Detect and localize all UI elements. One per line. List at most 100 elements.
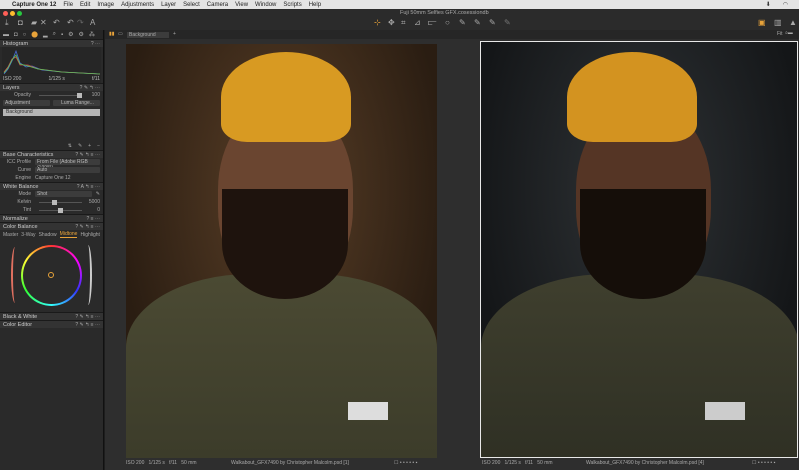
tool-tabs: ▬ ◘ ○ ⬤ ▂ ⌕ ▪ ⚙ ⚙ ⁂ [0,30,103,39]
browse-icon[interactable]: ▰ [31,18,37,27]
image-variant-2[interactable] [480,41,798,458]
normalize-header[interactable]: Normalize? ≡ ⋯ [0,214,103,222]
metadata-tab-icon[interactable]: ▪ [61,32,63,38]
variant-select[interactable]: Background [127,31,169,38]
white-balance-header[interactable]: White Balance? A ↰ ≡ ⋯ [0,182,103,190]
color-balance-header[interactable]: Color Balance? ✎ ↰ ≡ ⋯ [0,222,103,230]
histogram-iso: ISO 200 [3,76,22,82]
multi-view-icon[interactable]: ▥ [774,18,782,27]
wb-mode-select[interactable]: Shot [35,191,92,197]
radial-gradient-tool-icon[interactable]: ✎ [489,18,496,27]
layers-header[interactable]: Layers? ✎ ↰ ⋯ [0,83,103,91]
base-characteristics-header[interactable]: Base Characteristics? ✎ ↰ ≡ ⋯ [0,150,103,158]
undo-icon[interactable]: ↶ [67,18,74,27]
zoom-icon[interactable]: ⌕▬ [785,30,793,36]
rating-stars-2[interactable]: ☐ • • • • • ▪ [752,458,775,468]
batch-tab-icon[interactable]: ⁂ [89,31,95,38]
color-editor-header[interactable]: Color Editor? ✎ ↰ ≡ ⋯ [0,320,103,328]
spot-tool-icon[interactable]: ○ [445,18,450,27]
cb-tab-midtone[interactable]: Midtone [59,231,78,238]
color-wheel-handle[interactable] [48,272,54,278]
luma-range-button[interactable]: Luma Range... [53,100,100,106]
layer-background[interactable]: Background [3,109,100,116]
close-window-button[interactable] [3,11,8,16]
brush-tool-icon[interactable]: ✎ [459,18,466,27]
exposure-tab-icon[interactable]: ▂ [43,31,48,38]
cb-tab-master[interactable]: Master [3,232,18,238]
redo-icon[interactable]: ↷ [77,18,84,27]
compare-icon[interactable]: ▣ [758,18,766,27]
lens-tab-icon[interactable]: ○ [23,32,27,38]
title-bar: Fuji 50mm Selfies GFX.cosessiondb [0,9,799,18]
eraser-tool-icon[interactable]: ✎ [504,18,511,27]
icc-profile-select[interactable]: From File (Adobe RGB (1998)) [35,159,100,171]
camera-icon[interactable]: ◘ [18,18,23,27]
cb-tab-3way[interactable]: 3-Way [21,232,35,238]
menu-window[interactable]: Window [255,2,276,8]
dropbox-icon[interactable]: ⬇ [766,1,771,8]
lightness-slider[interactable] [84,245,92,305]
color-wheel[interactable] [21,245,82,306]
histogram-chart: ISO 200 1/125 s f/11 [2,47,101,83]
menu-image[interactable]: Image [97,2,114,8]
menu-scripts[interactable]: Scripts [283,2,301,8]
text-tool-icon[interactable]: A [90,18,95,27]
keystone-tool-icon[interactable]: ⫍ [428,18,437,28]
crop-tool-icon[interactable]: ⌗ [401,18,406,28]
wifi-icon[interactable]: ◠ [783,1,788,8]
warning-icon[interactable]: ▲ [789,18,797,27]
menu-adjustments[interactable]: Adjustments [121,2,154,8]
color-tab-icon[interactable]: ⬤ [31,31,38,38]
histogram-graph [3,49,101,75]
minimize-window-button[interactable] [10,11,15,16]
opacity-value[interactable]: 100 [86,92,100,98]
capture-tab-icon[interactable]: ◘ [14,32,18,38]
menu-edit[interactable]: Edit [80,2,90,8]
pan-tool-icon[interactable]: ✥ [388,18,395,27]
delete-icon[interactable]: ✕ [40,18,47,27]
single-view-icon[interactable]: ▭ [118,31,123,37]
histogram-header[interactable]: Histogram? ⋯ [0,39,103,47]
histogram-shutter: 1/125 s [48,76,65,82]
toolbar: ⤓ ◘ ▰ ✕ ↶ ↶ ↷ A ⊹ ✥ ⌗ ⊿ ⫍ ○ ✎ ✎ ✎ ✎ ▣ ▥ … [0,18,799,30]
eyedropper-icon[interactable]: ✎ [96,191,100,197]
tint-slider[interactable] [39,207,82,213]
linear-gradient-tool-icon[interactable]: ✎ [474,18,481,27]
add-variant-icon[interactable]: + [173,31,176,37]
menu-select[interactable]: Select [183,2,200,8]
opacity-slider[interactable] [39,92,82,98]
adjustments-tab-icon[interactable]: ⚙ [68,31,73,38]
layer-brush-icon[interactable]: ✎ [78,143,82,149]
straighten-tool-icon[interactable]: ⊿ [414,18,421,27]
saturation-slider[interactable] [11,247,19,303]
curve-select[interactable]: Auto [35,167,100,173]
details-tab-icon[interactable]: ⌕ [53,31,56,38]
import-icon[interactable]: ⤓ [5,18,9,28]
kelvin-slider[interactable] [39,199,82,205]
filename-1: Walkabout_GFX7490 by Christopher Malcolm… [231,460,349,466]
grid-view-icon[interactable]: ▮▮ [109,31,115,37]
menu-help[interactable]: Help [309,2,321,8]
cursor-tool-icon[interactable]: ⊹ [374,18,381,27]
kelvin-value[interactable]: 5000 [86,199,100,205]
menu-app[interactable]: Capture One 12 [12,2,56,8]
black-white-header[interactable]: Black & White? ✎ ↰ ≡ ⋯ [0,312,103,320]
add-layer-icon[interactable]: + [88,143,91,149]
menu-file[interactable]: File [63,2,73,8]
menu-view[interactable]: View [235,2,248,8]
reset-icon[interactable]: ↶ [53,18,60,27]
cb-tab-shadow[interactable]: Shadow [39,232,57,238]
rating-stars-1[interactable]: ☐ • • • • • ▪ [394,458,417,468]
library-tab-icon[interactable]: ▬ [3,32,9,38]
adjustment-button[interactable]: Adjustment [3,100,50,106]
output-tab-icon[interactable]: ⚙ [79,31,84,38]
zoom-window-button[interactable] [17,11,22,16]
menu-layer[interactable]: Layer [161,2,176,8]
tint-value[interactable]: 0 [86,207,100,213]
remove-layer-icon[interactable]: − [97,143,100,149]
menu-camera[interactable]: Camera [207,2,228,8]
image-variant-1[interactable] [126,44,437,458]
layer-mask-icon[interactable]: ⇅ [68,143,72,149]
zoom-label[interactable]: Fit [777,31,783,37]
cb-tab-highlight[interactable]: Highlight [80,232,99,238]
